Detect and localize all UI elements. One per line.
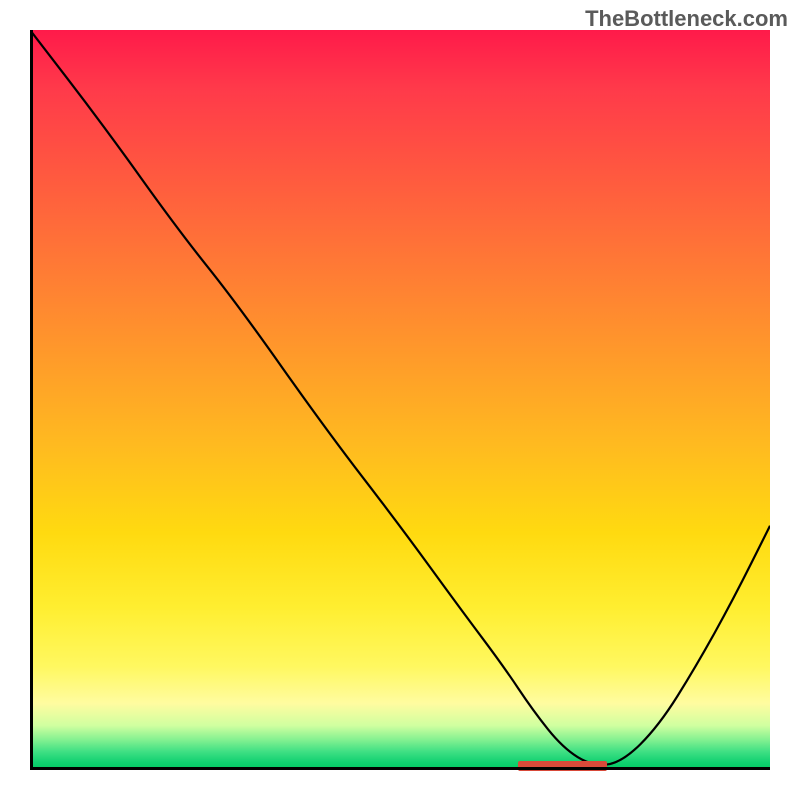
curve-svg [30, 30, 770, 770]
chart-area [30, 30, 770, 770]
optimal-range-marker [518, 761, 607, 771]
bottleneck-curve [30, 30, 770, 765]
watermark-text: TheBottleneck.com [585, 6, 788, 32]
